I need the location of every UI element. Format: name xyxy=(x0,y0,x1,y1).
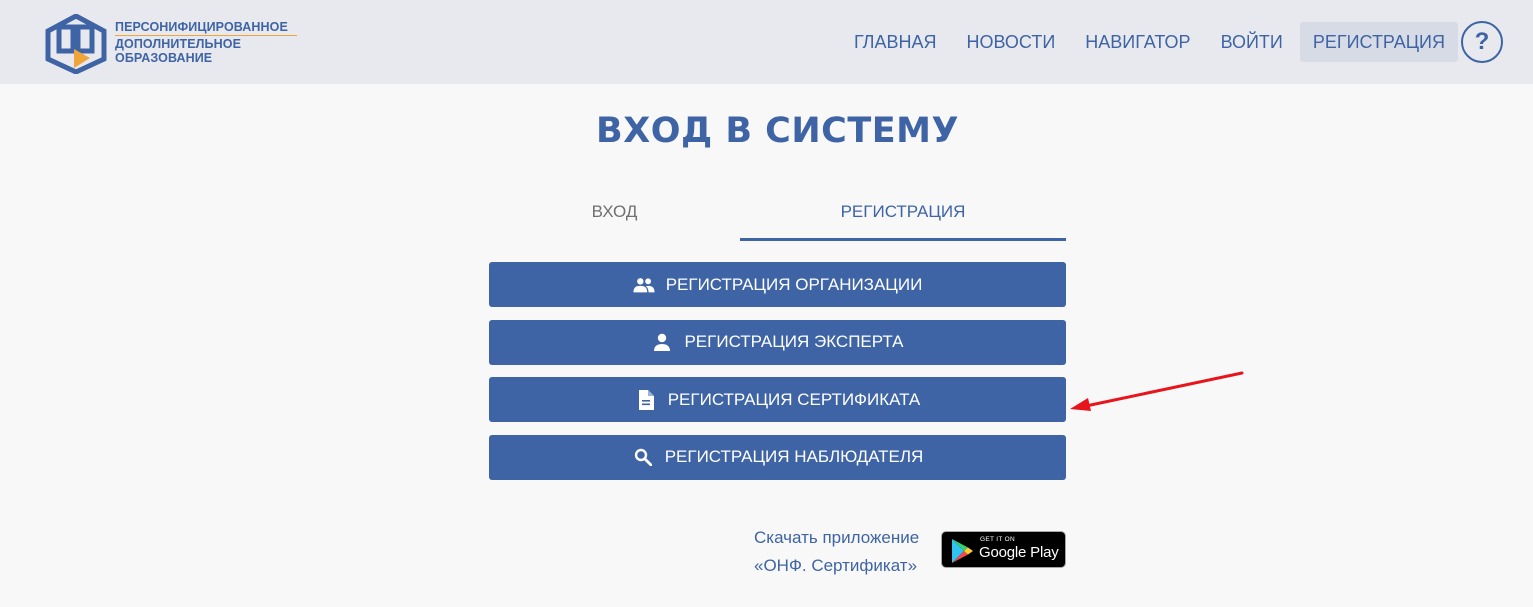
search-icon xyxy=(632,446,654,468)
document-icon xyxy=(635,389,657,411)
logo-line-1: ПЕРСОНИФИЦИРОВАННОЕ xyxy=(115,20,288,34)
register-expert-label: РЕГИСТРАЦИЯ ЭКСПЕРТА xyxy=(684,332,904,351)
group-icon xyxy=(633,274,655,296)
annotation-arrow xyxy=(1070,371,1244,411)
nav-registration[interactable]: РЕГИСТРАЦИЯ xyxy=(1299,22,1458,62)
register-expert-button[interactable]: РЕГИСТРАЦИЯ ЭКСПЕРТА xyxy=(489,319,1066,365)
google-play-icon xyxy=(952,539,973,563)
download-line-2: «ОНФ. Сертификат» xyxy=(754,556,918,575)
register-certificate-button[interactable]: РЕГИСТРАЦИЯ СЕРТИФИКАТА xyxy=(489,377,1066,422)
person-icon xyxy=(651,331,673,353)
page-title: ВХОД В СИСТЕМУ xyxy=(596,111,959,151)
logo-text: ПЕРСОНИФИЦИРОВАННОЕ ДОПОЛНИТЕЛЬНОЕ ОБРАЗ… xyxy=(115,20,305,65)
tab-login[interactable]: ВХОД xyxy=(489,190,740,238)
site-header: ПЕРСОНИФИЦИРОВАННОЕ ДОПОЛНИТЕЛЬНОЕ ОБРАЗ… xyxy=(0,0,1533,84)
nav-news[interactable]: НОВОСТИ xyxy=(952,22,1071,62)
google-play-small-text: GET IT ON xyxy=(980,536,1015,543)
register-organization-label: РЕГИСТРАЦИЯ ОРГАНИЗАЦИИ xyxy=(665,274,923,294)
main-nav: ГЛАВНАЯ НОВОСТИ НАВИГАТОР ВОЙТИ РЕГИСТРА… xyxy=(839,21,1503,63)
register-observer-label: РЕГИСТРАЦИЯ НАБЛЮДАТЕЛЯ xyxy=(664,447,924,466)
help-button[interactable]: ? xyxy=(1461,21,1503,63)
logo-rule xyxy=(115,35,297,36)
logo-icon xyxy=(45,14,107,74)
app-download-text: Скачать приложение «ОНФ. Сертификат» xyxy=(754,524,919,580)
register-certificate-label: РЕГИСТРАЦИЯ СЕРТИФИКАТА xyxy=(667,389,921,409)
nav-home[interactable]: ГЛАВНАЯ xyxy=(839,22,952,62)
register-organization-button[interactable]: РЕГИСТРАЦИЯ ОРГАНИЗАЦИИ xyxy=(489,262,1066,307)
nav-navigator[interactable]: НАВИГАТОР xyxy=(1070,22,1205,62)
logo-line-3: ОБРАЗОВАНИЕ xyxy=(115,51,213,65)
site-logo[interactable]: ПЕРСОНИФИЦИРОВАННОЕ ДОПОЛНИТЕЛЬНОЕ ОБРАЗ… xyxy=(44,14,304,74)
auth-tabs: ВХОД РЕГИСТРАЦИЯ xyxy=(489,190,1066,242)
download-line-1: Скачать приложение xyxy=(754,528,920,547)
register-observer-button[interactable]: РЕГИСТРАЦИЯ НАБЛЮДАТЕЛЯ xyxy=(489,434,1066,480)
tab-registration[interactable]: РЕГИСТРАЦИЯ xyxy=(740,190,1066,241)
registration-actions: РЕГИСТРАЦИЯ ОРГАНИЗАЦИИ РЕГИСТРАЦИЯ ЭКСП… xyxy=(489,262,1066,492)
nav-login[interactable]: ВОЙТИ xyxy=(1206,22,1298,62)
logo-line-2: ДОПОЛНИТЕЛЬНОЕ xyxy=(115,37,242,51)
help-icon: ? xyxy=(1474,28,1490,55)
google-play-big-text: Google Play xyxy=(979,544,1059,561)
google-play-badge[interactable]: GET IT ON Google Play xyxy=(941,531,1066,568)
